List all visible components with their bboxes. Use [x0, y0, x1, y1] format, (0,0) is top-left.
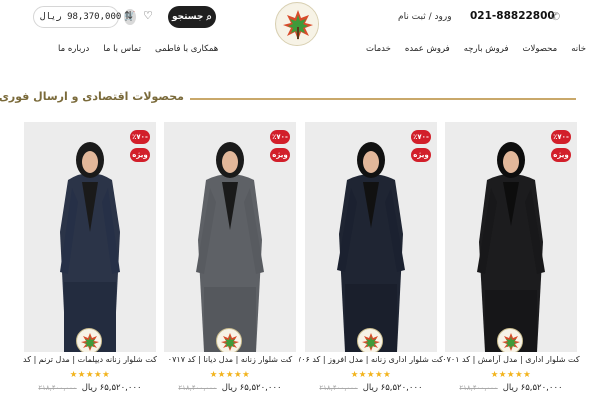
discount-badge: ٪۷۰- — [270, 130, 290, 144]
phone-icon: ✆ — [551, 10, 561, 23]
nav-item-fabric[interactable]: فروش بارچه — [464, 44, 509, 54]
rating-stars: ★★★★★ — [69, 370, 111, 380]
brand-watermark-logo — [357, 328, 383, 352]
search-icon: ⌕ — [206, 11, 213, 23]
product-price: ۶۵,۵۲۰,۰۰۰ ریال — [502, 383, 563, 393]
price-row: ۶۵,۵۲۰,۰۰۰ ریال ۲۱۸,۴۰۰,۰۰۰ — [445, 383, 577, 393]
section-title: محصولات اقتصادی و ارسال فوری — [0, 90, 184, 103]
special-badge: ویژه — [130, 148, 150, 162]
heart-icon[interactable]: ♡ — [143, 9, 153, 22]
nav-item-about[interactable]: درباره ما — [58, 44, 89, 54]
nav-item-products[interactable]: محصولات — [523, 44, 558, 54]
price-row: ۶۵,۵۲۰,۰۰۰ ریال ۲۱۸,۴۰۰,۰۰۰ — [24, 383, 156, 393]
price-row: ۶۵,۵۲۰,۰۰۰ ریال ۲۱۸,۴۰۰,۰۰۰ — [164, 383, 296, 393]
nav-item-contact[interactable]: تماس با ما — [103, 44, 141, 54]
product-card[interactable]: ٪۷۰- ویژه کت شلوار زنانه | مدل دیانا | ک… — [164, 122, 296, 400]
rating-stars: ★★★★★ — [350, 370, 392, 380]
product-card[interactable]: ٪۷۰- ویژه کت شلوار زنانه دیپلمات | مدل ت… — [23, 122, 157, 400]
nav-item-cooperation[interactable]: همکاری با فاطمی — [155, 44, 218, 54]
special-badge: ویژه — [551, 148, 571, 162]
cart-total: 98,370,000 ریال — [40, 12, 122, 22]
product-image[interactable]: ٪۷۰- ویژه — [305, 122, 437, 352]
nav-item-wholesale[interactable]: فروش عمده — [405, 44, 450, 54]
rating-stars: ★★★★★ — [209, 370, 251, 380]
discount-badge: ٪۷۰- — [130, 130, 150, 144]
discount-badge: ٪۷۰- — [551, 130, 571, 144]
product-card[interactable]: ٪۷۰- ویژه کت شلوار اداری زنانه | مدل افر… — [299, 122, 443, 400]
compare-icon[interactable]: ⇅ — [124, 9, 133, 22]
product-title[interactable]: کت شلوار زنانه دیپلمات | مدل ترنم | کد — [18, 355, 162, 364]
brand-watermark-logo — [76, 328, 102, 352]
section-divider — [190, 98, 576, 100]
special-badge: ویژه — [411, 148, 431, 162]
cart-button[interactable]: 98,370,000 ریال 🛒 — [33, 6, 136, 28]
product-title[interactable]: کت شلوار اداری زنانه | مدل افروز | کد ۷۰… — [299, 355, 443, 364]
rating-stars: ★★★★★ — [490, 370, 532, 380]
nav-item-services[interactable]: خدمات — [366, 44, 391, 54]
brand-watermark-logo — [497, 328, 523, 352]
product-image[interactable]: ٪۷۰- ویژه — [24, 122, 156, 352]
price-row: ۶۵,۵۲۰,۰۰۰ ریال ۲۱۸,۴۰۰,۰۰۰ — [305, 383, 437, 393]
product-price: ۶۵,۵۲۰,۰۰۰ ریال — [221, 383, 282, 393]
product-title[interactable]: کت شلوار اداری | مدل آرامش | کد ۰۷۰۱ — [439, 355, 583, 364]
discount-badge: ٪۷۰- — [411, 130, 431, 144]
product-card[interactable]: ٪۷۰- ویژه کت شلوار اداری | مدل آرامش | ک… — [442, 122, 580, 400]
product-old-price: ۲۱۸,۴۰۰,۰۰۰ — [319, 384, 358, 392]
nav-primary: خانه محصولات فروش بارچه فروش عمده خدمات — [366, 44, 586, 54]
product-price: ۶۵,۵۲۰,۰۰۰ ریال — [81, 383, 142, 393]
special-badge: ویژه — [270, 148, 290, 162]
brand-watermark-logo — [216, 328, 242, 352]
search-button[interactable]: جستجو ⌕ — [168, 6, 216, 28]
nav-secondary: همکاری با فاطمی تماس با ما درباره ما — [58, 44, 218, 54]
product-old-price: ۲۱۸,۴۰۰,۰۰۰ — [178, 384, 217, 392]
nav-item-home[interactable]: خانه — [571, 44, 586, 54]
login-register-link[interactable]: ورود / ثبت نام — [398, 12, 452, 22]
site-header: 98,370,000 ریال 🛒 ⇅ ♡ جستجو ⌕ ورود / ثبت… — [0, 0, 600, 46]
product-image[interactable]: ٪۷۰- ویژه — [164, 122, 296, 352]
product-old-price: ۲۱۸,۴۰۰,۰۰۰ — [38, 384, 77, 392]
phone-number[interactable]: 021-88822800 — [470, 10, 555, 22]
product-old-price: ۲۱۸,۴۰۰,۰۰۰ — [459, 384, 498, 392]
section-header: محصولات اقتصادی و ارسال فوری — [0, 72, 600, 122]
product-title[interactable]: کت شلوار زنانه | مدل دیانا | کد ۰۷۱۷ — [158, 355, 302, 364]
product-grid: ٪۷۰- ویژه کت شلوار زنانه دیپلمات | مدل ت… — [23, 122, 584, 400]
product-price: ۶۵,۵۲۰,۰۰۰ ریال — [362, 383, 423, 393]
product-image[interactable]: ٪۷۰- ویژه — [445, 122, 577, 352]
main-navigation: همکاری با فاطمی تماس با ما درباره ما خان… — [0, 36, 600, 64]
search-label: جستجو — [171, 12, 204, 22]
